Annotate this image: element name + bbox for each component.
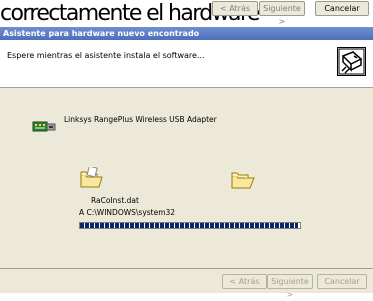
usb-adapter-icon bbox=[32, 121, 56, 135]
back-button[interactable]: < Atrás bbox=[222, 274, 267, 289]
copy-destination: A C:\WINDOWS\system32 bbox=[79, 208, 176, 217]
wizard-footer: < Atrás Siguiente > Cancelar bbox=[0, 269, 373, 299]
previous-back-button: < Atrás bbox=[212, 1, 258, 16]
hardware-wizard-icon bbox=[337, 47, 366, 76]
window-title: Asistente para hardware nuevo encontrado bbox=[3, 29, 200, 38]
copying-file-name: RaCoInst.dat bbox=[91, 196, 139, 205]
copy-progress-bar bbox=[79, 222, 301, 229]
previous-cancel-button: Cancelar bbox=[315, 1, 369, 16]
device-name: Linksys RangePlus Wireless USB Adapter bbox=[64, 115, 217, 124]
copy-progress-fill bbox=[80, 223, 298, 228]
wizard-body: Linksys RangePlus Wireless USB Adapter R… bbox=[0, 88, 373, 268]
next-button[interactable]: Siguiente > bbox=[267, 274, 313, 299]
previous-next-button: Siguiente > bbox=[259, 1, 305, 26]
destination-folder-icon bbox=[230, 168, 256, 192]
window-title-bar[interactable]: Asistente para hardware nuevo encontrado bbox=[0, 27, 373, 40]
previous-window-remnant: correctamente el hardware < Atrás Siguie… bbox=[0, 0, 373, 27]
cancel-button[interactable]: Cancelar bbox=[317, 274, 367, 289]
header-message: Espere mientras el asistente instala el … bbox=[7, 51, 205, 60]
source-folder-icon bbox=[79, 165, 103, 191]
wizard-header: Espere mientras el asistente instala el … bbox=[0, 40, 373, 88]
